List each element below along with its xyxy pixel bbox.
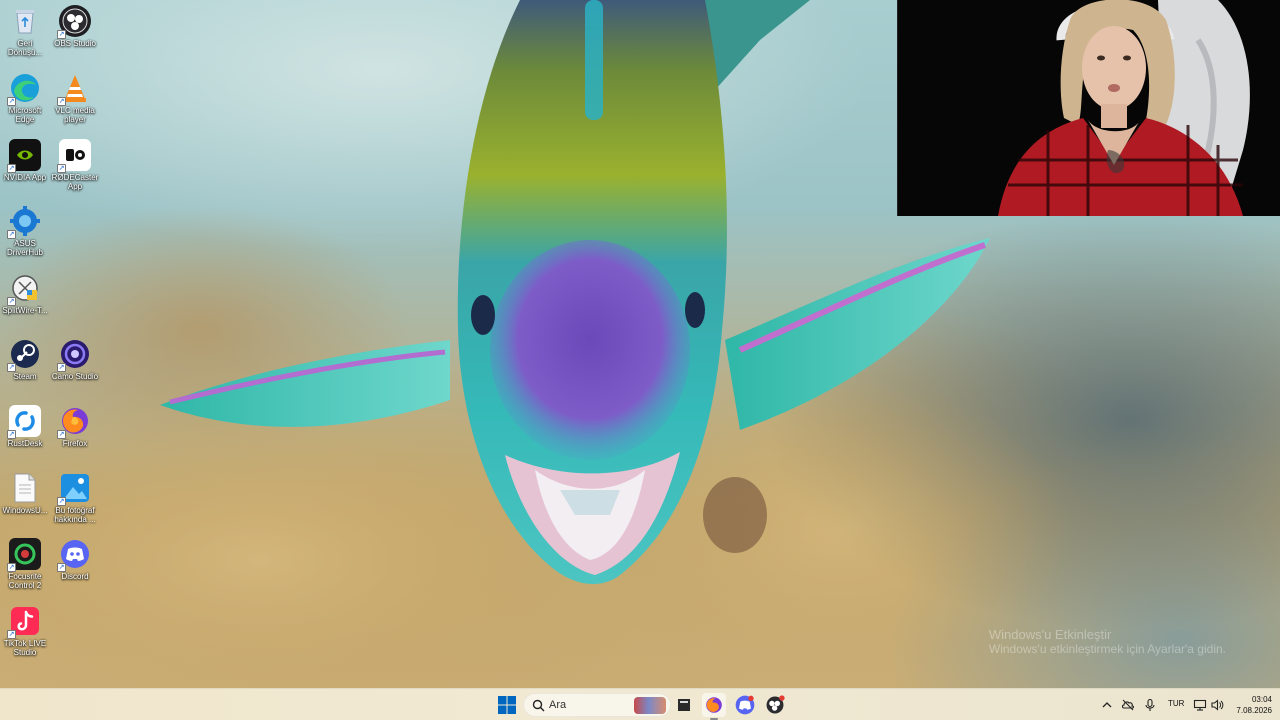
- search-icon: [532, 699, 545, 712]
- desktop-icon-label: WindowsU...: [2, 506, 48, 515]
- taskbar-app-discord[interactable]: [733, 693, 757, 717]
- desktop-icon-steam[interactable]: ↗ Steam: [0, 338, 50, 381]
- activation-watermark: Windows'u Etkinleştir Windows'u etkinleş…: [989, 627, 1226, 657]
- firefox-icon: [706, 697, 722, 713]
- nvidia-icon: ↗: [7, 139, 41, 173]
- taskbar-clock[interactable]: 03:04 7.08.2026: [1228, 694, 1272, 716]
- search-highlight-art: [634, 697, 666, 714]
- clock-time: 03:04: [1251, 695, 1272, 704]
- search-placeholder: Ara: [549, 699, 567, 711]
- windows-logo-icon: [498, 696, 516, 714]
- desktop-icon-rustdesk[interactable]: ↗ RustDesk: [0, 405, 50, 448]
- desktop-icon-photo-info[interactable]: ↗ Bu fotoğraf hakkında ...: [50, 472, 100, 524]
- desktop-icon-discord[interactable]: ↗ Discord: [50, 538, 100, 581]
- desktop-icon-label: Camo Studio: [51, 372, 99, 381]
- start-button[interactable]: [497, 695, 517, 715]
- watermark-subtitle: Windows'u etkinleştirmek için Ayarlar'a …: [988, 642, 1226, 656]
- file-explorer-icon: [678, 699, 690, 711]
- obs-icon: [766, 695, 785, 714]
- clock-date: 7.08.2026: [1236, 706, 1272, 715]
- asus-driverhub-icon: ↗: [7, 205, 41, 239]
- rustdesk-icon: ↗: [7, 405, 41, 439]
- desktop-icon-label: VLC media player: [55, 106, 95, 124]
- microphone-icon[interactable]: [1143, 698, 1157, 712]
- desktop-icon-label: TikTok LIVE Studio: [3, 639, 47, 657]
- taskbar-app-obs[interactable]: [763, 693, 787, 717]
- desktop-icon-label: Firefox: [62, 439, 88, 448]
- desktop-icon-obs-studio[interactable]: ↗ OBS Studio: [50, 5, 100, 48]
- desktop-icon-camo-studio[interactable]: ↗ Camo Studio: [50, 338, 100, 381]
- obs-icon: ↗: [57, 5, 91, 39]
- desktop-icon-rodecaster[interactable]: ↗ RØDECaster App: [50, 139, 100, 191]
- network-icon[interactable]: [1193, 698, 1207, 712]
- camo-icon: ↗: [57, 338, 91, 372]
- desktop-icon-microsoft-edge[interactable]: ↗ Microsoft Edge: [0, 72, 50, 124]
- taskbar-app-file-explorer[interactable]: [672, 693, 696, 717]
- vlc-icon: ↗: [57, 72, 91, 106]
- desktop-icon-asus-driverhub[interactable]: ↗ ASUS DriverHub: [0, 205, 50, 257]
- desktop-icon-focusrite[interactable]: ↗ Focusrite Control 2: [0, 538, 50, 590]
- desktop-icon-label: RØDECaster App: [51, 173, 99, 191]
- taskbar: Ara TUR 03:04 7.08.2026: [0, 688, 1280, 720]
- desktop-icon-label: Microsoft Edge: [8, 106, 42, 124]
- taskbar-app-firefox[interactable]: [702, 693, 726, 720]
- desktop-icon-label: Geri Dönüşü...: [7, 39, 43, 57]
- desktop-icon-firefox[interactable]: ↗ Firefox: [50, 405, 100, 448]
- desktop-icon-splitwire[interactable]: ↗ SplitWire-T...: [0, 272, 50, 315]
- rodecaster-icon: ↗: [57, 139, 91, 173]
- discord-icon: [735, 695, 755, 715]
- desktop-icon-label: OBS Studio: [54, 39, 96, 48]
- desktop-icon-label: NVIDIA App: [3, 173, 47, 182]
- firefox-icon: ↗: [57, 405, 91, 439]
- steam-icon: ↗: [7, 338, 41, 372]
- watermark-title: Windows'u Etkinleştir: [988, 627, 1112, 642]
- focusrite-icon: ↗: [7, 538, 41, 572]
- desktop-icon-label: RustDesk: [7, 439, 43, 448]
- text-file-icon: [9, 472, 41, 504]
- discord-icon: ↗: [57, 538, 91, 572]
- desktop-icon-recycle-bin[interactable]: Geri Dönüşü...: [0, 5, 50, 57]
- tiktok-live-icon: ↗: [7, 605, 41, 639]
- webcam-overlay: [897, 0, 1280, 216]
- desktop-icon-label: ASUS DriverHub: [6, 239, 43, 257]
- photo-info-icon: ↗: [57, 472, 91, 506]
- desktop-icon-nvidia-app[interactable]: ↗ NVIDIA App: [0, 139, 50, 182]
- input-language-indicator[interactable]: TUR: [1168, 699, 1184, 708]
- show-hidden-icons-chevron-icon[interactable]: [1100, 698, 1114, 712]
- webcam-person-image: [898, 0, 1280, 216]
- cloud-offline-icon[interactable]: [1121, 698, 1135, 712]
- splitwire-icon: ↗: [7, 272, 41, 306]
- desktop-icon-label: Discord: [61, 572, 89, 581]
- desktop-icon-label: Steam: [13, 372, 37, 381]
- recycle-bin-icon: [9, 5, 41, 37]
- desktop-icon-label: Bu fotoğraf hakkında ...: [54, 506, 96, 524]
- edge-icon: ↗: [7, 72, 41, 106]
- desktop-icon-label: SplitWire-T...: [2, 306, 48, 315]
- desktop-icon-tiktok-live[interactable]: ↗ TikTok LIVE Studio: [0, 605, 50, 657]
- volume-icon[interactable]: [1210, 698, 1224, 712]
- taskbar-search-box[interactable]: Ara: [523, 693, 671, 717]
- desktop-icon-windows-update-file[interactable]: WindowsU...: [0, 472, 50, 515]
- desktop-icon-label: Focusrite Control 2: [8, 572, 42, 590]
- desktop-icon-vlc[interactable]: ↗ VLC media player: [50, 72, 100, 124]
